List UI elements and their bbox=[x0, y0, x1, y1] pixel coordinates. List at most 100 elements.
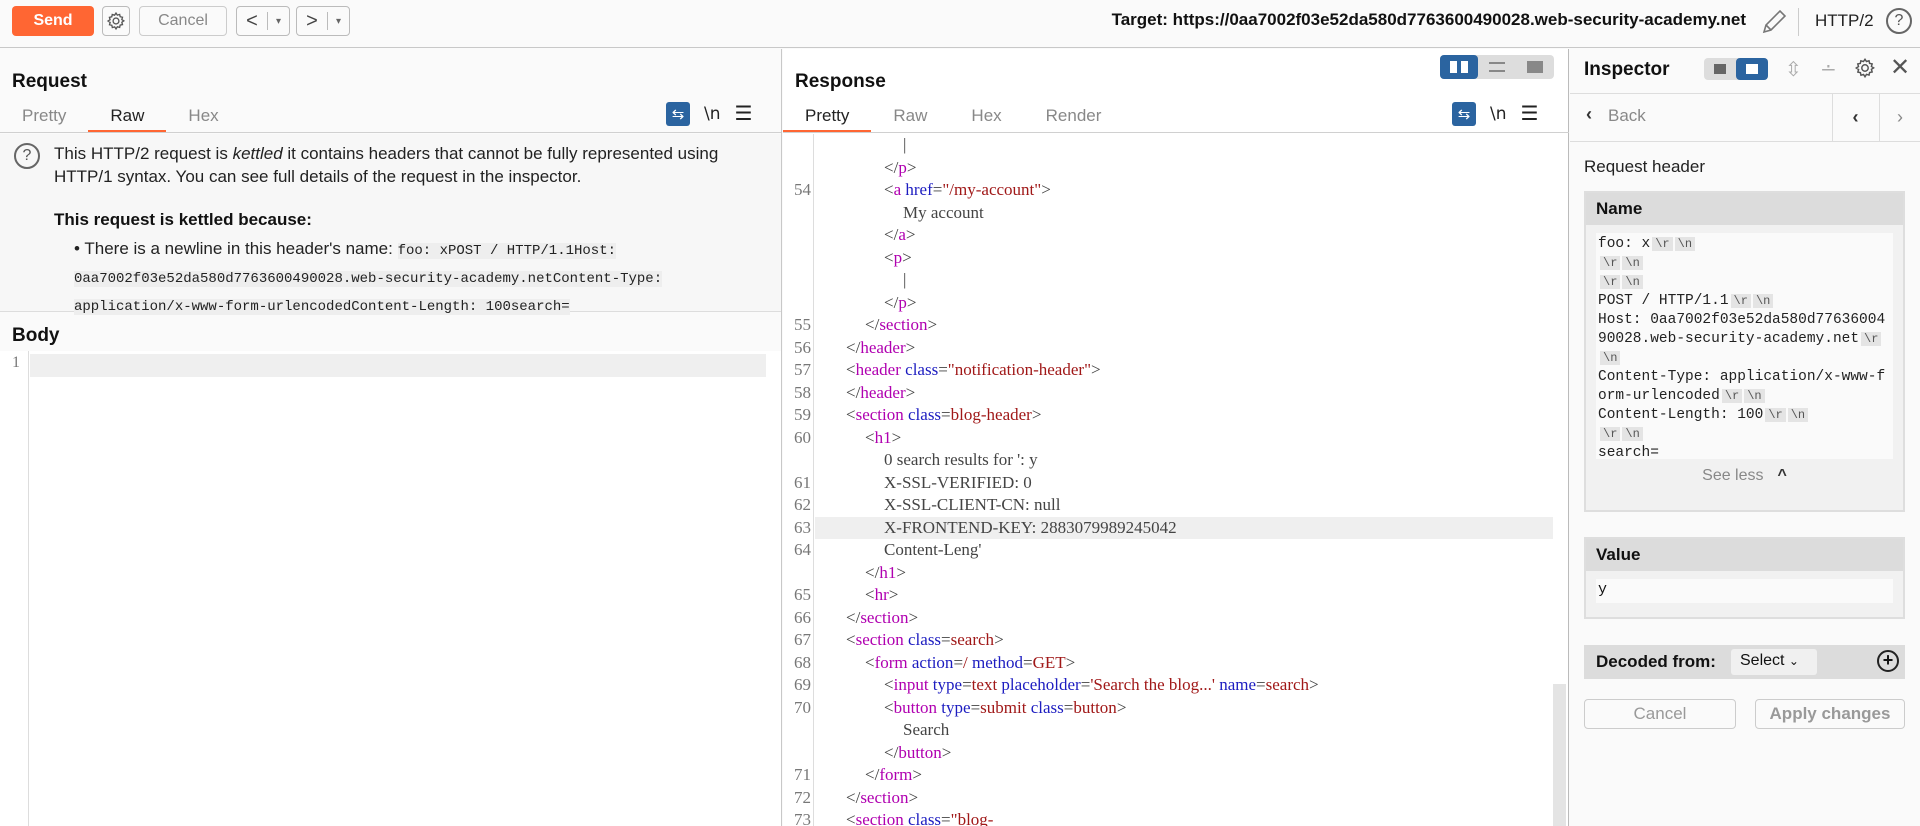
code-token: name bbox=[1214, 675, 1257, 694]
code-token: < bbox=[865, 585, 875, 604]
tab-hex[interactable]: Hex bbox=[949, 103, 1023, 133]
code-line[interactable]: My account bbox=[783, 202, 1553, 225]
tab-hex[interactable]: Hex bbox=[166, 103, 240, 133]
code-line[interactable]: 54 <a href="/my-account"> bbox=[783, 179, 1553, 202]
menu-icon[interactable]: ☰ bbox=[1521, 101, 1539, 126]
settings-button[interactable] bbox=[102, 6, 130, 36]
inspector-settings-button[interactable] bbox=[1854, 57, 1876, 85]
code-line[interactable]: </p> bbox=[783, 292, 1553, 315]
tab-raw[interactable]: Raw bbox=[871, 103, 949, 133]
code-line[interactable]: </h1> bbox=[783, 562, 1553, 585]
code-line[interactable]: 68 <form action=/ method=GET> bbox=[783, 652, 1553, 675]
code-line[interactable]: </p> bbox=[783, 157, 1553, 180]
code-line[interactable]: 60 <h1> bbox=[783, 427, 1553, 450]
code-token: = bbox=[938, 360, 948, 379]
history-forward-button[interactable]: > ▾ bbox=[296, 6, 350, 36]
next-item-button[interactable]: › bbox=[1879, 94, 1920, 141]
word-wrap-toggle-icon[interactable]: ⇆ bbox=[666, 101, 690, 126]
code-text: | bbox=[903, 269, 906, 292]
tab-raw[interactable]: Raw bbox=[88, 103, 167, 133]
line-number: 54 bbox=[794, 180, 811, 199]
history-back-button[interactable]: < ▾ bbox=[236, 6, 290, 36]
current-line[interactable] bbox=[30, 354, 766, 377]
code-line[interactable]: 62 X-SSL-CLIENT-CN: null bbox=[783, 494, 1553, 517]
code-line[interactable]: 59 <section class=blog-header> bbox=[783, 404, 1553, 427]
code-token: = bbox=[1256, 675, 1266, 694]
code-line[interactable]: 72 </section> bbox=[783, 787, 1553, 810]
previous-item-button[interactable]: ‹ bbox=[1832, 94, 1878, 141]
layout-side-by-side-button[interactable] bbox=[1440, 55, 1478, 79]
code-line[interactable]: </button> bbox=[783, 742, 1553, 765]
code-token: < bbox=[846, 810, 856, 826]
layout-stacked-button[interactable] bbox=[1478, 55, 1516, 79]
newline-toggle[interactable]: \n bbox=[1490, 104, 1507, 124]
tab-render[interactable]: Render bbox=[1024, 103, 1124, 133]
name-line: Host: 0aa7002f03e52da580d7763600490028.w… bbox=[1598, 312, 1886, 347]
apply-changes-button[interactable]: Apply changes bbox=[1755, 699, 1905, 729]
line-number: 67 bbox=[794, 630, 811, 649]
code-line[interactable]: </a> bbox=[783, 224, 1553, 247]
response-panel: Response Pretty Raw Hex Render ⇆ \n ☰ | <… bbox=[783, 49, 1569, 826]
code-line[interactable]: 67 <section class=search> bbox=[783, 629, 1553, 652]
help-icon[interactable]: ? bbox=[1886, 8, 1912, 34]
code-line[interactable]: 55 </section> bbox=[783, 314, 1553, 337]
body-editor[interactable]: 1 bbox=[0, 351, 781, 826]
menu-icon[interactable]: ☰ bbox=[735, 101, 753, 126]
code-line[interactable]: 58 </header> bbox=[783, 382, 1553, 405]
code-line[interactable]: 0 search results for ': y bbox=[783, 449, 1553, 472]
send-button[interactable]: Send bbox=[12, 6, 94, 36]
close-icon[interactable]: ✕ bbox=[1890, 53, 1910, 82]
code-line[interactable]: 56 </header> bbox=[783, 337, 1553, 360]
code-line[interactable]: 69 <input type=text placeholder='Search t… bbox=[783, 674, 1553, 697]
code-line[interactable]: | bbox=[783, 134, 1553, 157]
request-panel: Request Pretty Raw Hex ⇆ \n ☰ ? This HTT… bbox=[0, 49, 782, 826]
code-token: method bbox=[967, 652, 1024, 672]
code-line[interactable]: 61 X-SSL-VERIFIED: 0 bbox=[783, 472, 1553, 495]
tab-pretty[interactable]: Pretty bbox=[0, 103, 88, 133]
protocol-label[interactable]: HTTP/2 bbox=[1815, 11, 1874, 31]
code-text: <button type=submit class=button> bbox=[884, 697, 1126, 720]
collapse-all-icon[interactable]: ∸ bbox=[1820, 57, 1837, 82]
code-line[interactable]: 65 <hr> bbox=[783, 584, 1553, 607]
code-token: </ bbox=[846, 382, 861, 402]
escape-badge: \n bbox=[1622, 275, 1643, 289]
code-line[interactable]: 66 </section> bbox=[783, 607, 1553, 630]
newline-toggle[interactable]: \n bbox=[704, 104, 721, 124]
rows-icon bbox=[1489, 62, 1505, 72]
inspector-cancel-button[interactable]: Cancel bbox=[1584, 699, 1736, 729]
code-line[interactable]: Search bbox=[783, 719, 1553, 742]
code-line[interactable]: 63 X-FRONTEND-KEY: 2883079989245042 bbox=[783, 517, 1553, 540]
word-wrap-toggle-icon[interactable]: ⇆ bbox=[1452, 101, 1476, 126]
code-line[interactable]: <p> bbox=[783, 247, 1553, 270]
code-line[interactable]: 57 <header class="notification-header"> bbox=[783, 359, 1553, 382]
code-text: <section class=search> bbox=[846, 629, 1004, 652]
code-line[interactable]: | bbox=[783, 269, 1553, 292]
dropdown-icon[interactable]: ▾ bbox=[328, 16, 349, 27]
header-name-editor[interactable]: foo: x \r \n \r \n \r \n POST / HTTP/1.1 \r \n… bbox=[1596, 233, 1893, 461]
code-line[interactable]: 70 <button type=submit class=button> bbox=[783, 697, 1553, 720]
edit-target-button[interactable] bbox=[1760, 8, 1790, 36]
response-code-view[interactable]: | </p> 54 <a href="/my-account"> My account <… bbox=[783, 134, 1569, 826]
expand-all-icon[interactable]: ⇳ bbox=[1785, 57, 1802, 82]
code-text: </button> bbox=[884, 742, 951, 765]
inspector-layout-right-button[interactable] bbox=[1736, 58, 1768, 80]
cancel-button[interactable]: Cancel bbox=[139, 6, 227, 36]
code-line[interactable]: 64 Content-Leng' bbox=[783, 539, 1553, 562]
tab-pretty[interactable]: Pretty bbox=[783, 103, 872, 133]
code-line[interactable]: 71 </form> bbox=[783, 764, 1553, 787]
header-value-editor[interactable]: y bbox=[1596, 579, 1893, 603]
panel-left-icon bbox=[1714, 64, 1726, 74]
escape-badge: \r bbox=[1600, 275, 1621, 289]
inspector-layout-left-button[interactable] bbox=[1704, 58, 1736, 80]
scrollbar-thumb[interactable] bbox=[1553, 684, 1566, 826]
code-text: <p> bbox=[884, 247, 912, 270]
dropdown-icon[interactable]: ▾ bbox=[268, 16, 289, 27]
see-less-button[interactable]: See less ^ bbox=[1586, 467, 1903, 485]
chevron-left-icon[interactable]: ‹ bbox=[1586, 104, 1592, 125]
code-line[interactable]: 73 <section class="blog- bbox=[783, 809, 1553, 826]
layout-single-button[interactable] bbox=[1516, 55, 1554, 79]
back-button[interactable]: Back bbox=[1608, 106, 1646, 126]
decoded-from-select[interactable]: Select ⌄ bbox=[1731, 649, 1817, 675]
add-decoding-icon[interactable]: + bbox=[1877, 650, 1899, 672]
code-token: "/my-account" bbox=[942, 180, 1042, 199]
